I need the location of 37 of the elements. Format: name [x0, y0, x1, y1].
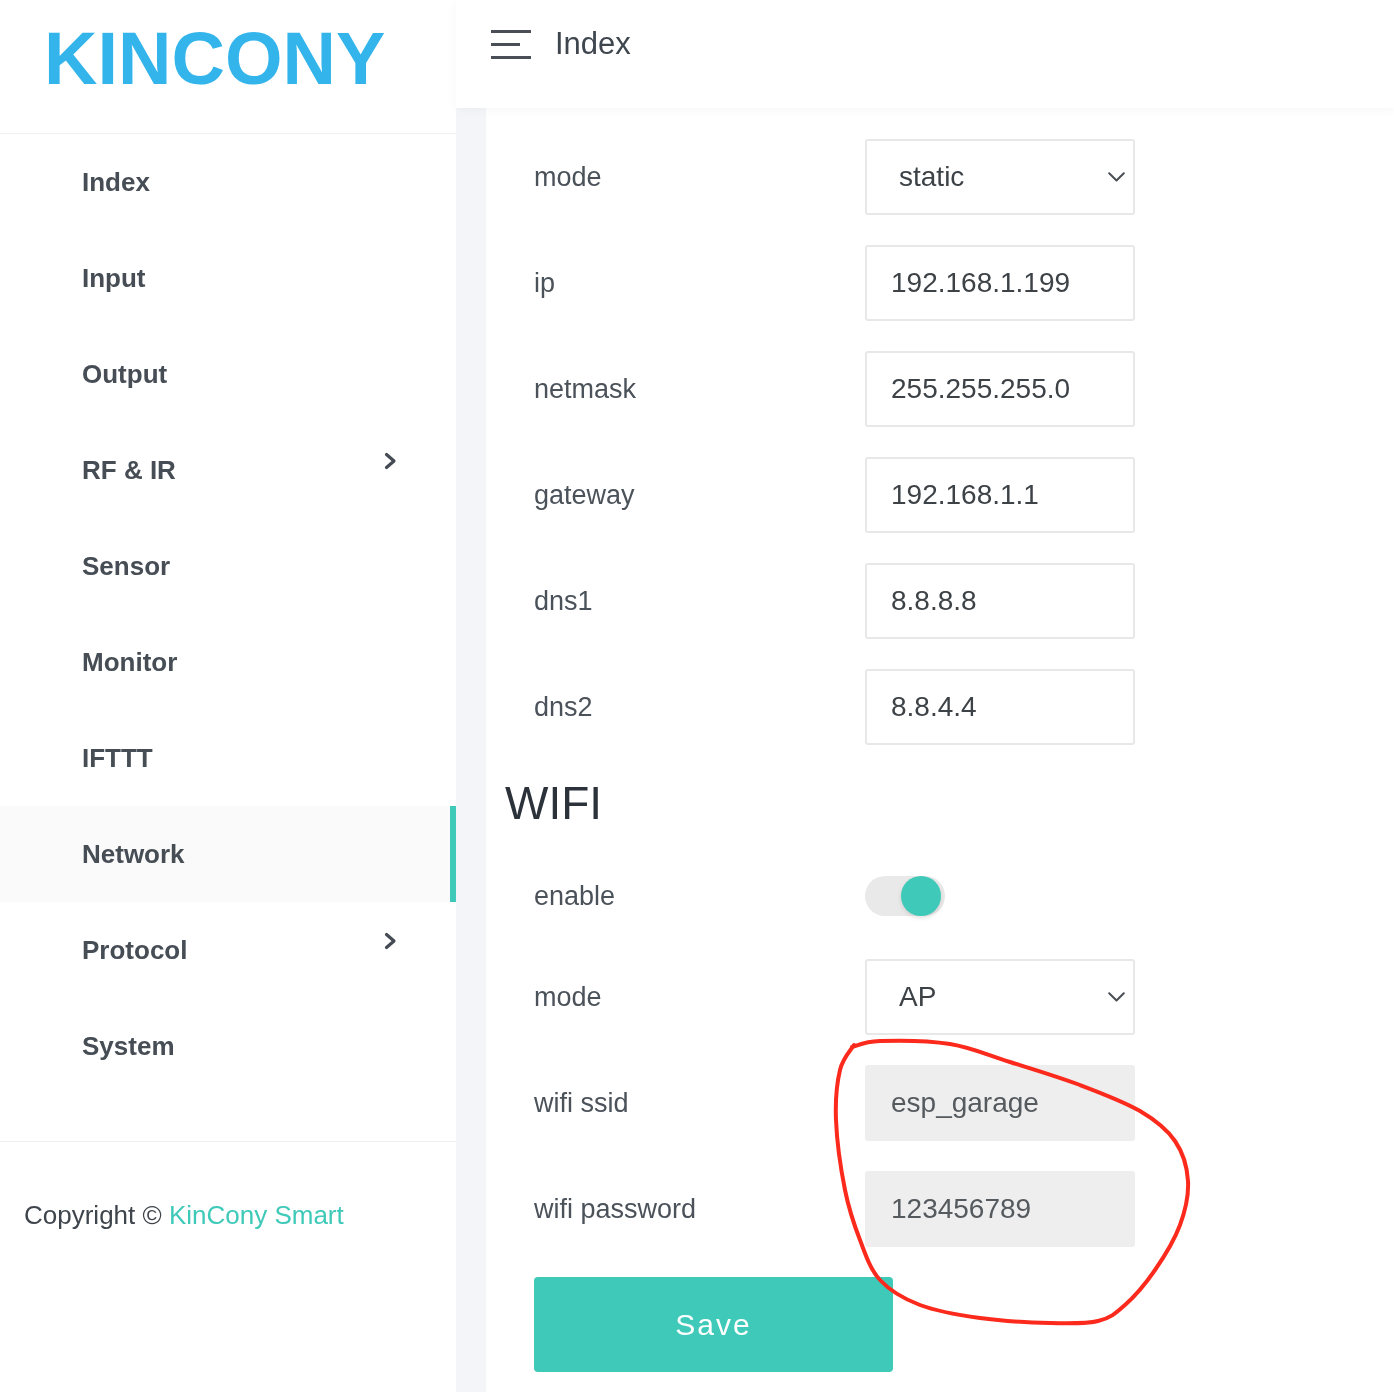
text-input[interactable]: 8.8.4.4 — [865, 669, 1135, 745]
field-label: wifi password — [534, 1193, 698, 1225]
text-input[interactable]: 192.168.1.199 — [865, 245, 1135, 321]
toggle-switch[interactable] — [865, 876, 945, 916]
text-input[interactable]: 8.8.8.8 — [865, 563, 1135, 639]
chevron-right-icon — [384, 452, 397, 470]
sidebar-item[interactable]: Network — [0, 806, 456, 902]
sidebar-item[interactable]: IFTTT — [0, 710, 456, 806]
menu-icon[interactable] — [491, 29, 531, 59]
field-label: enable — [534, 880, 617, 912]
field-label: netmask — [534, 373, 638, 405]
copyright-text: Copyright © KinCony Smart — [24, 1199, 345, 1231]
field-label: dns1 — [534, 585, 594, 617]
field-label: ip — [534, 267, 556, 299]
text-input[interactable]: 255.255.255.0 — [865, 351, 1135, 427]
section-heading: WIFI — [505, 776, 604, 831]
sidebar-item[interactable]: Sensor — [0, 518, 456, 614]
field-label: mode — [534, 981, 603, 1013]
chevron-down-icon — [1108, 172, 1125, 182]
chevron-down-icon — [1108, 992, 1125, 1002]
field-label: dns2 — [534, 691, 594, 723]
field-label: wifi ssid — [534, 1087, 630, 1119]
chevron-right-icon — [384, 932, 397, 950]
field-label: gateway — [534, 479, 636, 511]
dropdown-select[interactable]: static — [865, 139, 1135, 215]
sidebar-item[interactable]: Index — [0, 134, 456, 230]
sidebar-item[interactable]: Input — [0, 230, 456, 326]
page-title: Index — [555, 26, 631, 62]
field-label: mode — [534, 161, 603, 193]
sidebar-item[interactable]: RF & IR — [0, 422, 456, 518]
dropdown-select[interactable]: AP — [865, 959, 1135, 1035]
sidebar-item[interactable]: Output — [0, 326, 456, 422]
sidebar-item[interactable]: System — [0, 998, 456, 1094]
sidebar-item[interactable]: Monitor — [0, 614, 456, 710]
logo-wordmark: KINCONY — [44, 21, 386, 96]
sidebar-item[interactable]: Protocol — [0, 902, 456, 998]
text-input[interactable]: 192.168.1.1 — [865, 457, 1135, 533]
